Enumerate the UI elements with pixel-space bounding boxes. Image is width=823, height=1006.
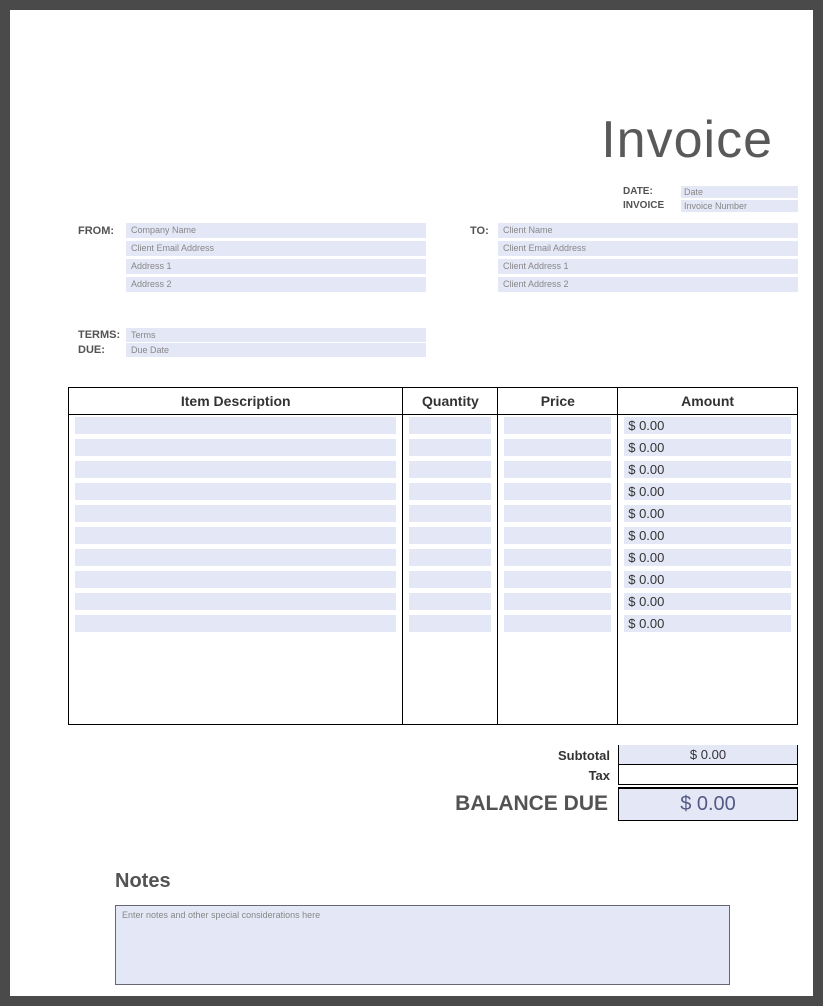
table-row: $ 0.00 <box>69 569 798 591</box>
to-label: TO: <box>470 223 498 295</box>
cell-quantity[interactable] <box>409 461 491 478</box>
table-row: $ 0.00 <box>69 547 798 569</box>
notes-heading: Notes <box>115 870 171 893</box>
cell-amount: $ 0.00 <box>624 615 791 632</box>
cell-amount: $ 0.00 <box>624 593 791 610</box>
from-address-1[interactable]: Address 1 <box>126 259 426 274</box>
to-email[interactable]: Client Email Address <box>498 241 798 256</box>
cell-price[interactable] <box>504 615 611 632</box>
terms-label: TERMS: <box>78 329 126 341</box>
cell-description[interactable] <box>75 417 396 434</box>
to-address-2[interactable]: Client Address 2 <box>498 277 798 292</box>
cell-quantity[interactable] <box>409 571 491 588</box>
cell-description[interactable] <box>75 439 396 456</box>
invoice-number-label: INVOICE <box>623 199 681 213</box>
header-amount: Amount <box>618 388 798 415</box>
due-label: DUE: <box>78 344 126 356</box>
cell-quantity[interactable] <box>409 527 491 544</box>
table-row: $ 0.00 <box>69 525 798 547</box>
cell-amount: $ 0.00 <box>624 417 791 434</box>
notes-input[interactable]: Enter notes and other special considerat… <box>115 905 730 985</box>
cell-description[interactable] <box>75 483 396 500</box>
from-party: FROM: Company Name Client Email Address … <box>78 223 426 295</box>
cell-quantity[interactable] <box>409 615 491 632</box>
invoice-number-input[interactable]: Invoice Number <box>681 200 798 212</box>
invoice-meta: DATE: Date INVOICE Invoice Number <box>623 185 798 213</box>
to-client-name[interactable]: Client Name <box>498 223 798 238</box>
totals-section: Subtotal $ 0.00 Tax BALANCE DUE $ 0.00 <box>68 745 798 821</box>
to-party: TO: Client Name Client Email Address Cli… <box>470 223 798 295</box>
page-title: Invoice <box>601 110 773 170</box>
table-row: $ 0.00 <box>69 613 798 635</box>
table-row: $ 0.00 <box>69 459 798 481</box>
balance-due-label: BALANCE DUE <box>455 792 618 816</box>
cell-description[interactable] <box>75 593 396 610</box>
due-input[interactable]: Due Date <box>126 343 426 357</box>
cell-description[interactable] <box>75 615 396 632</box>
cell-price[interactable] <box>504 417 611 434</box>
cell-amount: $ 0.00 <box>624 461 791 478</box>
cell-description[interactable] <box>75 461 396 478</box>
cell-price[interactable] <box>504 571 611 588</box>
cell-price[interactable] <box>504 483 611 500</box>
cell-price[interactable] <box>504 527 611 544</box>
from-company-name[interactable]: Company Name <box>126 223 426 238</box>
cell-description[interactable] <box>75 549 396 566</box>
header-quantity: Quantity <box>403 388 498 415</box>
tax-value[interactable] <box>618 765 798 785</box>
subtotal-value: $ 0.00 <box>618 745 798 765</box>
table-row: $ 0.00 <box>69 437 798 459</box>
cell-amount: $ 0.00 <box>624 527 791 544</box>
cell-quantity[interactable] <box>409 483 491 500</box>
cell-quantity[interactable] <box>409 439 491 456</box>
table-row: $ 0.00 <box>69 591 798 613</box>
cell-price[interactable] <box>504 593 611 610</box>
cell-price[interactable] <box>504 505 611 522</box>
cell-price[interactable] <box>504 439 611 456</box>
from-address-2[interactable]: Address 2 <box>126 277 426 292</box>
cell-amount: $ 0.00 <box>624 505 791 522</box>
cell-description[interactable] <box>75 527 396 544</box>
to-address-1[interactable]: Client Address 1 <box>498 259 798 274</box>
cell-description[interactable] <box>75 505 396 522</box>
from-email[interactable]: Client Email Address <box>126 241 426 256</box>
header-price: Price <box>498 388 618 415</box>
date-input[interactable]: Date <box>681 186 798 198</box>
from-label: FROM: <box>78 223 126 295</box>
cell-quantity[interactable] <box>409 593 491 610</box>
cell-price[interactable] <box>504 461 611 478</box>
header-description: Item Description <box>69 388 403 415</box>
terms-input[interactable]: Terms <box>126 328 426 342</box>
cell-amount: $ 0.00 <box>624 439 791 456</box>
terms-section: TERMS: Terms DUE: Due Date <box>78 328 426 358</box>
items-table: Item Description Quantity Price Amount $… <box>68 387 798 725</box>
cell-amount: $ 0.00 <box>624 483 791 500</box>
cell-price[interactable] <box>504 549 611 566</box>
cell-quantity[interactable] <box>409 549 491 566</box>
table-row: $ 0.00 <box>69 481 798 503</box>
table-row: $ 0.00 <box>69 503 798 525</box>
cell-amount: $ 0.00 <box>624 571 791 588</box>
tax-label: Tax <box>518 768 618 783</box>
balance-due-value: $ 0.00 <box>618 787 798 821</box>
invoice-page: Invoice DATE: Date INVOICE Invoice Numbe… <box>10 10 813 996</box>
table-row: $ 0.00 <box>69 415 798 437</box>
cell-quantity[interactable] <box>409 505 491 522</box>
subtotal-label: Subtotal <box>518 748 618 763</box>
cell-amount: $ 0.00 <box>624 549 791 566</box>
date-label: DATE: <box>623 185 681 199</box>
cell-description[interactable] <box>75 571 396 588</box>
from-to-section: FROM: Company Name Client Email Address … <box>78 223 798 295</box>
cell-quantity[interactable] <box>409 417 491 434</box>
